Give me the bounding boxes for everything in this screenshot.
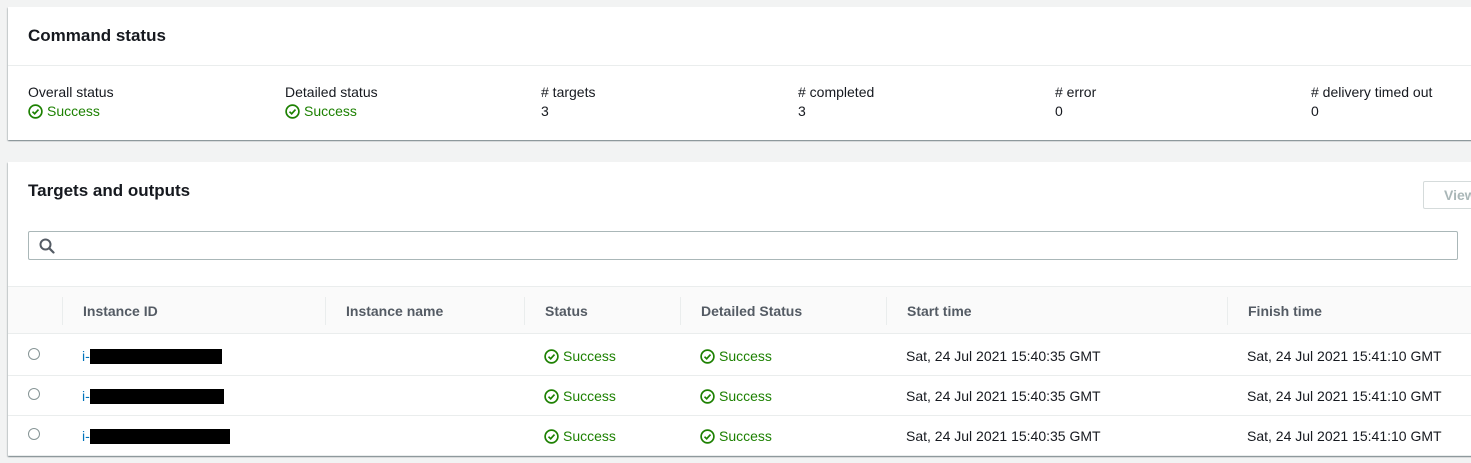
column-separator: [62, 297, 63, 325]
check-circle-icon: [28, 103, 43, 119]
column-separator[interactable]: [325, 297, 326, 325]
status-text: Success: [719, 388, 772, 404]
instance-id-link[interactable]: i-: [82, 388, 90, 404]
check-circle-icon: [544, 428, 559, 444]
stat-completed: # completed 3: [798, 83, 874, 121]
detailed-status-cell: Success: [700, 428, 772, 444]
stat-label: Overall status: [28, 84, 114, 100]
status-text: Success: [47, 103, 100, 119]
status-text: Success: [719, 348, 772, 364]
stat-value: 0: [1311, 103, 1319, 119]
start-time-cell: Sat, 24 Jul 2021 15:40:35 GMT: [906, 428, 1101, 444]
finish-time-cell: Sat, 24 Jul 2021 15:41:10 GMT: [1247, 388, 1442, 404]
column-separator[interactable]: [524, 297, 525, 325]
check-circle-icon: [700, 388, 715, 404]
detailed-status-cell: Success: [700, 348, 772, 364]
column-header-finish-time[interactable]: Finish time: [1248, 303, 1322, 319]
stat-detailed-status: Detailed status Success: [285, 83, 378, 122]
stat-value-success: Success: [285, 101, 357, 121]
redacted-block: [89, 389, 224, 404]
status-text: Success: [563, 428, 616, 444]
column-header-start-time[interactable]: Start time: [907, 303, 972, 319]
stat-value: 3: [798, 103, 806, 119]
instance-id-cell[interactable]: i-: [82, 428, 230, 444]
stat-value: 3: [541, 103, 549, 119]
stat-targets: # targets 3: [541, 83, 595, 121]
table-row[interactable]: i- Success Success Sat, 24 Jul 2021 15:4…: [8, 416, 1471, 456]
header-divider: [8, 65, 1471, 66]
status-text: Success: [563, 388, 616, 404]
stat-overall-status: Overall status Success: [28, 83, 114, 122]
search-icon: [39, 238, 55, 254]
row-select-radio[interactable]: [28, 388, 40, 400]
status-cell: Success: [544, 428, 616, 444]
column-header-instance-name[interactable]: Instance name: [346, 303, 443, 319]
table-header: Instance ID Instance name Status Detaile…: [8, 286, 1471, 334]
column-separator[interactable]: [680, 297, 681, 325]
status-text: Success: [304, 103, 357, 119]
instance-id-link[interactable]: i-: [82, 428, 90, 444]
column-separator[interactable]: [1227, 297, 1228, 325]
detailed-status-cell: Success: [700, 388, 772, 404]
finish-time-cell: Sat, 24 Jul 2021 15:41:10 GMT: [1247, 348, 1442, 364]
table-row[interactable]: i- Success Success Sat, 24 Jul 2021 15:4…: [8, 336, 1471, 376]
status-cell: Success: [544, 388, 616, 404]
column-header-instance-id[interactable]: Instance ID: [83, 303, 158, 319]
check-circle-icon: [544, 348, 559, 364]
stat-label: # error: [1055, 84, 1097, 100]
redacted-block: [89, 349, 222, 364]
view-output-button[interactable]: View: [1423, 181, 1471, 209]
stat-label: # completed: [798, 84, 875, 100]
finish-time-cell: Sat, 24 Jul 2021 15:41:10 GMT: [1247, 428, 1442, 444]
redacted-block: [89, 429, 230, 444]
table-row[interactable]: i- Success Success Sat, 24 Jul 2021 15:4…: [8, 376, 1471, 416]
row-select-radio[interactable]: [28, 348, 40, 360]
stat-label: Detailed status: [285, 84, 378, 100]
column-separator[interactable]: [886, 297, 887, 325]
instance-id-cell[interactable]: i-: [82, 388, 224, 404]
instance-id-link[interactable]: i-: [82, 348, 90, 364]
column-header-detailed-status[interactable]: Detailed Status: [701, 303, 802, 319]
targets-outputs-panel: Targets and outputs View Instance ID Ins…: [8, 162, 1471, 456]
status-text: Success: [719, 428, 772, 444]
check-circle-icon: [285, 103, 300, 119]
stat-delivery-timed-out: # delivery timed out 0: [1311, 83, 1432, 121]
command-status-title: Command status: [28, 26, 166, 45]
check-circle-icon: [700, 428, 715, 444]
start-time-cell: Sat, 24 Jul 2021 15:40:35 GMT: [906, 388, 1101, 404]
column-header-status[interactable]: Status: [545, 303, 588, 319]
targets-outputs-title: Targets and outputs: [28, 181, 191, 200]
row-select-radio[interactable]: [28, 428, 40, 440]
check-circle-icon: [700, 348, 715, 364]
stat-label: # targets: [541, 84, 596, 100]
stat-label: # delivery timed out: [1311, 84, 1433, 100]
stat-value-success: Success: [28, 101, 100, 121]
search-input[interactable]: [63, 235, 1447, 257]
search-box[interactable]: [28, 231, 1458, 260]
stat-value: 0: [1055, 103, 1063, 119]
check-circle-icon: [544, 388, 559, 404]
command-status-panel: Command status Overall status Success De…: [8, 7, 1471, 140]
status-text: Success: [563, 348, 616, 364]
stat-error: # error 0: [1055, 83, 1096, 121]
start-time-cell: Sat, 24 Jul 2021 15:40:35 GMT: [906, 348, 1101, 364]
status-cell: Success: [544, 348, 616, 364]
instance-id-cell[interactable]: i-: [82, 348, 222, 364]
